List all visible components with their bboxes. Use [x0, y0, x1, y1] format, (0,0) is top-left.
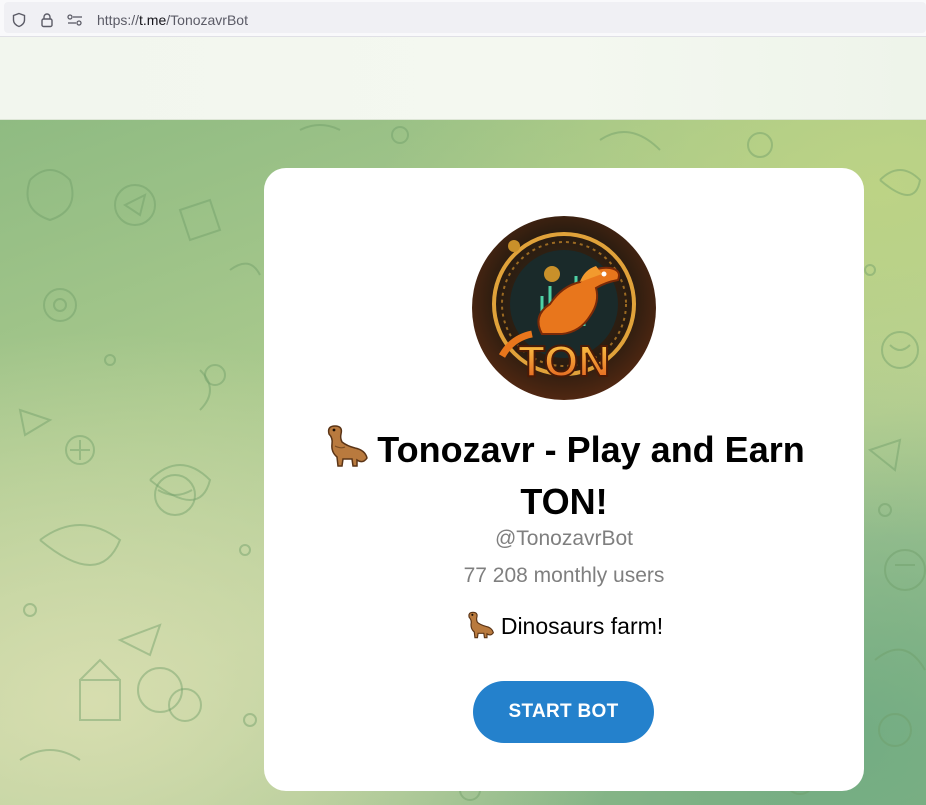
bot-card: TON Tonozavr - Play and Earn TON! @Tonoz…	[264, 168, 864, 791]
shield-icon[interactable]	[10, 11, 28, 29]
permissions-icon[interactable]	[66, 11, 84, 29]
start-bot-button[interactable]: START BOT	[473, 681, 654, 743]
page-header	[0, 37, 926, 120]
lock-icon[interactable]	[38, 11, 56, 29]
bot-avatar: TON	[472, 216, 656, 400]
monthly-users-count: 77 208 monthly users	[463, 564, 665, 587]
browser-toolbar: https://t.me/TonozavrBot	[0, 0, 926, 37]
sauropod-dino-emoji	[323, 424, 369, 479]
address-bar[interactable]: https://t.me/TonozavrBot	[4, 2, 926, 33]
bot-description: Dinosaurs farm!	[264, 611, 864, 645]
sauropod-dino-emoji	[465, 611, 495, 645]
url-text: https://t.me/TonozavrBot	[97, 12, 248, 28]
bot-username: @TonozavrBot	[494, 527, 634, 550]
avatar-logo-text: TON	[518, 337, 610, 386]
bot-title: Tonozavr - Play and Earn TON!	[304, 424, 824, 525]
